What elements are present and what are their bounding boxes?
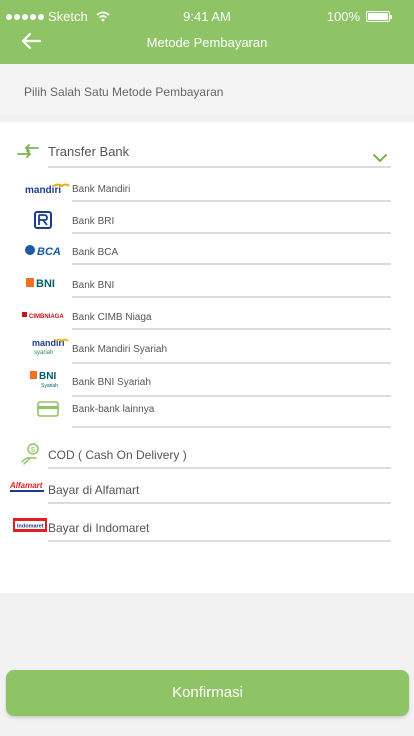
transfer-bank-dropdown[interactable]: Transfer Bank [0, 136, 414, 170]
bank-option-bni-syariah[interactable]: BNI Syariah Bank BNI Syariah [0, 369, 414, 397]
bank-option-cimb-niaga[interactable]: CIMBNIAGA Bank CIMB Niaga [0, 304, 414, 330]
bri-logo [33, 210, 53, 230]
battery-indicator: 100% [326, 9, 392, 24]
chevron-down-icon [373, 154, 387, 162]
bank-option-bca[interactable]: BCA Bank BCA [0, 239, 414, 265]
divider [72, 426, 391, 428]
divider [48, 166, 391, 168]
transfer-bank-label: Transfer Bank [48, 144, 130, 159]
bank-option-bni[interactable]: BNI Bank BNI [0, 272, 414, 298]
bank-bca-label: Bank BCA [72, 247, 119, 258]
alfamart-option[interactable]: Alfamart Bayar di Alfamart [0, 475, 414, 504]
cod-option[interactable]: $ COD ( Cash On Delivery ) [0, 440, 414, 469]
bank-cimb-niaga-label: Bank CIMB Niaga [72, 312, 152, 323]
svg-text:BNI: BNI [36, 278, 55, 290]
divider [72, 296, 391, 298]
divider [72, 395, 391, 397]
bank-option-other[interactable]: Bank-bank lainnya [0, 400, 414, 428]
divider [72, 263, 391, 265]
battery-icon [366, 11, 392, 22]
bank-bni-syariah-label: Bank BNI Syariah [72, 377, 151, 388]
bank-other-label: Bank-bank lainnya [72, 404, 155, 415]
bca-logo: BCA [24, 243, 62, 257]
page-title: Metode Pembayaran [146, 35, 268, 50]
instruction-text: Pilih Salah Satu Metode Pembayaran [24, 85, 224, 99]
transfer-arrows-icon [17, 144, 39, 158]
bank-option-mandiri[interactable]: mandiri Bank Mandiri [0, 176, 414, 202]
divider [72, 200, 391, 202]
svg-text:Indomaret: Indomaret [17, 524, 44, 530]
confirm-button[interactable]: Konfirmasi [6, 670, 409, 716]
status-bar: Sketch 9:41 AM 100% [0, 0, 414, 32]
indomaret-logo: Indomaret [13, 518, 47, 532]
bank-bni-label: Bank BNI [72, 280, 115, 291]
svg-text:BCA: BCA [37, 246, 61, 257]
cash-hand-icon: $ [21, 443, 39, 465]
bank-option-bri[interactable]: Bank BRI [0, 208, 414, 234]
bank-option-mandiri-syariah[interactable]: mandiri syariah Bank Mandiri Syariah [0, 336, 414, 364]
divider [48, 540, 391, 542]
payment-methods-card: Transfer Bank mandiri Bank Mandiri Bank … [0, 122, 414, 593]
svg-text:syariah: syariah [34, 350, 53, 356]
divider [72, 232, 391, 234]
divider [48, 467, 391, 469]
bni-syariah-logo: BNI Syariah [30, 369, 62, 391]
bni-logo: BNI [26, 276, 62, 290]
svg-text:Alfamart: Alfamart [10, 481, 43, 490]
svg-text:BNI: BNI [39, 371, 56, 382]
bank-mandiri-label: Bank Mandiri [72, 184, 131, 195]
svg-text:Syariah: Syariah [41, 383, 58, 389]
top-bar: Sketch 9:41 AM 100% Metode Pembayaran [0, 0, 414, 64]
credit-card-icon [37, 401, 59, 417]
instruction-bar: Pilih Salah Satu Metode Pembayaran [0, 64, 414, 114]
bank-mandiri-syariah-label: Bank Mandiri Syariah [72, 344, 168, 355]
alfamart-label: Bayar di Alfamart [48, 483, 140, 497]
mandiri-syariah-logo: mandiri syariah [30, 336, 70, 358]
divider [72, 328, 391, 330]
cimb-niaga-logo: CIMBNIAGA [22, 308, 68, 322]
battery-label: 100% [326, 9, 360, 24]
alfamart-logo: Alfamart [10, 479, 46, 493]
svg-text:mandiri: mandiri [25, 185, 61, 196]
divider [48, 502, 391, 504]
indomaret-option[interactable]: Indomaret Bayar di Indomaret [0, 513, 414, 542]
svg-text:$: $ [31, 447, 35, 454]
cod-label: COD ( Cash On Delivery ) [48, 448, 187, 462]
indomaret-label: Bayar di Indomaret [48, 521, 150, 535]
bank-bri-label: Bank BRI [72, 216, 115, 227]
divider [72, 362, 391, 364]
mandiri-logo: mandiri [24, 180, 70, 196]
svg-text:CIMBNIAGA: CIMBNIAGA [29, 314, 64, 320]
